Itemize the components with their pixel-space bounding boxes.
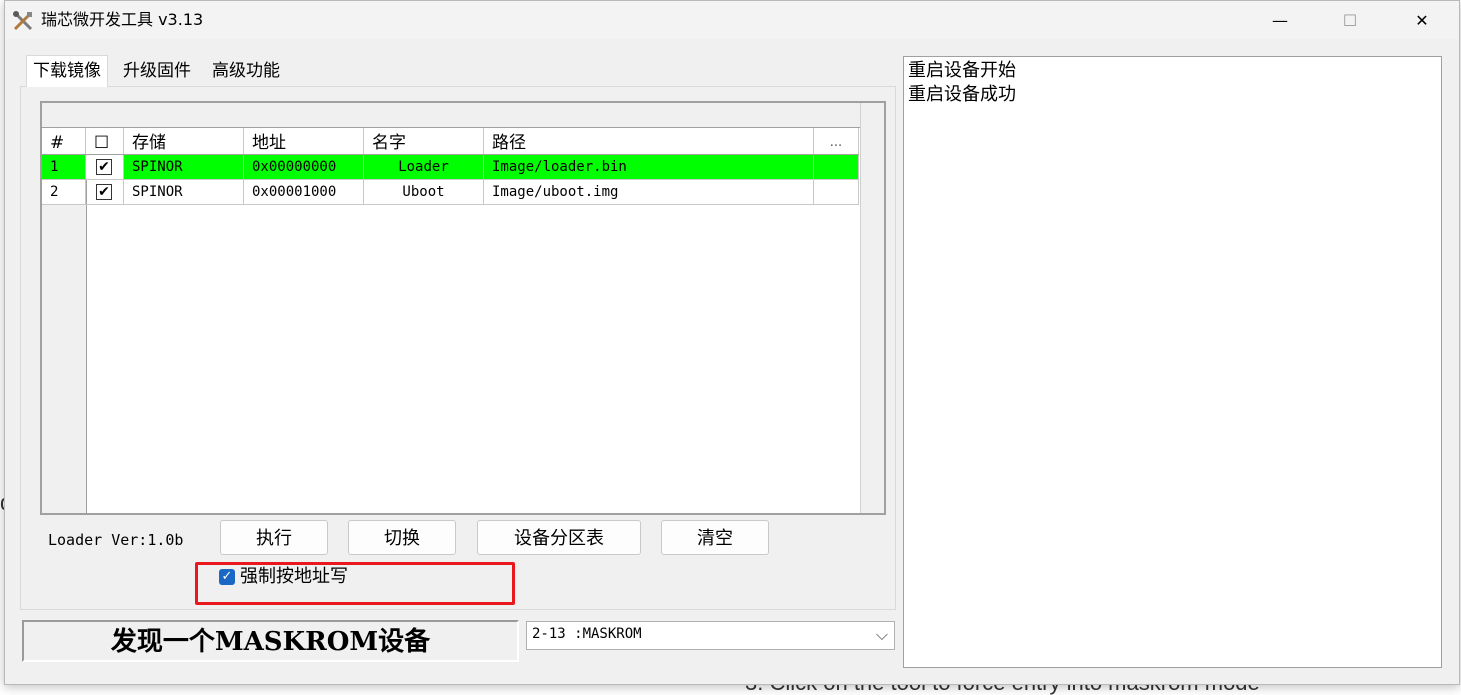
column-header-address[interactable]: 地址: [244, 128, 364, 154]
device-select-value: 2-13 :MASKROM: [532, 626, 642, 642]
status-panel: 发现一个MASKROM设备: [22, 620, 519, 662]
row-more[interactable]: [814, 155, 859, 179]
close-button[interactable]: ✕: [1387, 1, 1457, 39]
table-top-bar: [42, 103, 884, 128]
row-index: 2: [42, 180, 86, 204]
loader-version: Loader Ver:1.0b: [48, 531, 184, 549]
column-header-name[interactable]: 名字: [364, 128, 484, 154]
chevron-down-icon[interactable]: ⌵: [876, 625, 888, 645]
row-checkbox[interactable]: ✔: [96, 159, 112, 175]
row-more[interactable]: [814, 180, 859, 204]
row-path[interactable]: Image/loader.bin: [484, 155, 814, 179]
switch-button[interactable]: 切换: [348, 520, 456, 555]
table-header: # ☐ 存储 地址 名字 路径 ...: [42, 128, 859, 155]
clear-button[interactable]: 清空: [661, 520, 769, 555]
row-index: 1: [42, 155, 86, 179]
column-header-more[interactable]: ...: [814, 128, 859, 154]
run-button[interactable]: 执行: [220, 520, 328, 555]
maximize-button[interactable]: ☐: [1315, 1, 1385, 39]
row-storage[interactable]: SPINOR: [124, 180, 244, 204]
tab-advanced[interactable]: 高级功能: [206, 56, 286, 86]
status-text: 发现一个MASKROM设备: [110, 627, 431, 657]
column-header-storage[interactable]: 存储: [124, 128, 244, 154]
row-path[interactable]: Image/uboot.img: [484, 180, 814, 204]
tab-download-image[interactable]: 下载镜像: [26, 55, 108, 87]
row-checkbox[interactable]: ✔: [96, 184, 112, 200]
row-address[interactable]: 0x00001000: [244, 180, 364, 204]
row-checkbox-cell[interactable]: ✔: [86, 180, 124, 204]
title-bar: 瑞芯微开发工具 v3.13 — ☐ ✕: [5, 1, 1459, 39]
minimize-button[interactable]: —: [1245, 1, 1315, 39]
force-write-label[interactable]: 强制按地址写: [240, 566, 348, 588]
column-header-path[interactable]: 路径: [484, 128, 814, 154]
tools-icon: [13, 11, 33, 31]
table-row[interactable]: 2 ✔ SPINOR 0x00001000 Uboot Image/uboot.…: [42, 180, 859, 205]
log-panel[interactable]: 重启设备开始 重启设备成功: [903, 56, 1442, 668]
window-title: 瑞芯微开发工具 v3.13: [41, 10, 204, 29]
table-scrollbar[interactable]: [860, 103, 884, 513]
log-line: 重启设备开始: [908, 60, 1016, 81]
log-line: 重启设备成功: [908, 84, 1016, 105]
column-header-index[interactable]: #: [42, 128, 86, 154]
row-address[interactable]: 0x00000000: [244, 155, 364, 179]
row-name[interactable]: Loader: [364, 155, 484, 179]
row-storage[interactable]: SPINOR: [124, 155, 244, 179]
row-checkbox-cell[interactable]: ✔: [86, 155, 124, 179]
device-select[interactable]: 2-13 :MASKROM ⌵: [526, 621, 895, 650]
partition-table-button[interactable]: 设备分区表: [477, 520, 641, 555]
force-write-checkbox[interactable]: ✓: [219, 569, 235, 585]
column-header-select[interactable]: ☐: [86, 128, 124, 154]
table-row[interactable]: 1 ✔ SPINOR 0x00000000 Loader Image/loade…: [42, 155, 859, 180]
image-table[interactable]: # ☐ 存储 地址 名字 路径 ... 1 ✔ SPINOR 0x0000000…: [40, 101, 886, 515]
tab-upgrade-firmware[interactable]: 升级固件: [117, 56, 197, 86]
row-name[interactable]: Uboot: [364, 180, 484, 204]
